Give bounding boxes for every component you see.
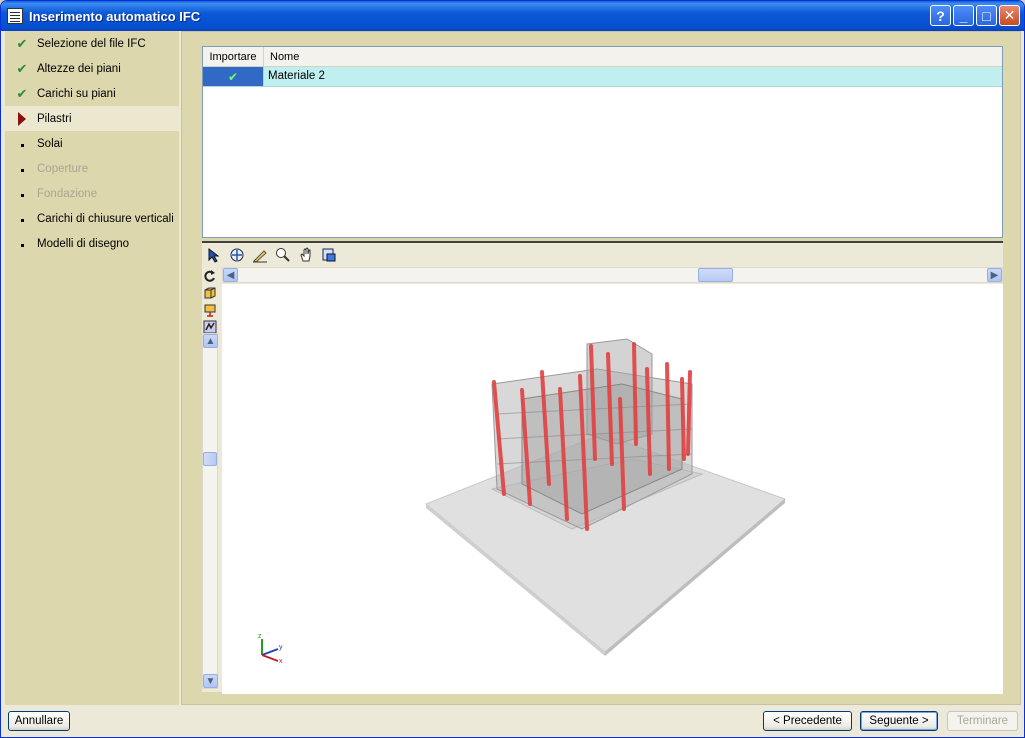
axis-z-label: z [258, 633, 262, 640]
pan-hand-icon[interactable] [296, 246, 315, 265]
axes-indicator: z y x [258, 633, 283, 665]
step-columns[interactable]: Pilastri [5, 106, 179, 131]
horizontal-scroll-thumb[interactable] [698, 268, 733, 282]
wizard-window: Inserimento automatico IFC ? _ □ ✕ ✔ Sel… [0, 0, 1025, 738]
title-bar[interactable]: Inserimento automatico IFC ? _ □ ✕ [1, 1, 1024, 31]
table-row[interactable]: ✔ Materiale 2 [203, 67, 1002, 87]
current-step-arrow-icon [15, 112, 29, 126]
previous-button[interactable]: < Precedente [763, 711, 852, 731]
column-header-import[interactable]: Importare [203, 47, 264, 66]
vertical-scrollbar[interactable]: ▲ ▼ [202, 333, 218, 689]
check-icon: ✔ [16, 60, 28, 76]
axis-y-label: y [279, 644, 283, 651]
scroll-down-button[interactable]: ▼ [203, 674, 218, 688]
step-foundation: Fondazione [5, 181, 179, 206]
step-floor-heights[interactable]: ✔ Altezze dei piani [5, 56, 179, 81]
rotate-icon[interactable] [202, 268, 218, 284]
zoom-window-icon[interactable] [273, 246, 292, 265]
finish-button: Terminare [947, 711, 1018, 731]
pen-icon[interactable] [250, 246, 269, 265]
3d-viewer: ▲ ▼ ◀ ▶ z y x [202, 241, 1003, 694]
step-label: Modelli di disegno [37, 237, 130, 250]
materials-table: Importare Nome ✔ Materiale 2 [202, 46, 1003, 238]
step-label: Coperture [37, 162, 89, 175]
bullet-icon [15, 137, 29, 151]
step-label: Selezione del file IFC [37, 37, 146, 50]
bullet-icon [15, 212, 29, 226]
steps-sidebar: ✔ Selezione del file IFC ✔ Altezze dei p… [5, 31, 179, 705]
building-model [425, 338, 786, 656]
horizontal-scrollbar[interactable]: ◀ ▶ [222, 267, 1003, 283]
step-label: Solai [37, 137, 63, 150]
scroll-left-button[interactable]: ◀ [223, 268, 238, 282]
column [686, 370, 692, 456]
help-button[interactable]: ? [930, 5, 951, 26]
window-title: Inserimento automatico IFC [29, 8, 201, 24]
scroll-up-button[interactable]: ▲ [203, 334, 218, 348]
model-canvas[interactable]: z y x [222, 284, 1003, 694]
export-icon[interactable] [319, 246, 338, 265]
cancel-button[interactable]: Annullare [8, 711, 70, 731]
step-file-selection[interactable]: ✔ Selezione del file IFC [5, 31, 179, 56]
scroll-right-button[interactable]: ▶ [987, 268, 1002, 282]
bullet-icon [15, 162, 29, 176]
step-label: Carichi su piani [37, 87, 116, 100]
column [632, 342, 638, 446]
step-vertical-loads[interactable]: Carichi di chiusure verticali [5, 206, 179, 231]
step-label: Carichi di chiusure verticali [37, 212, 174, 225]
window-icon [7, 8, 23, 24]
content-panel: Importare Nome ✔ Materiale 2 ▲ ▼ ◀ ▶ z y… [181, 31, 1021, 705]
viewer-side-tools: ▲ ▼ [202, 267, 220, 694]
step-floor-loads[interactable]: ✔ Carichi su piani [5, 81, 179, 106]
column [680, 377, 686, 461]
wizard-button-bar: Annullare < Precedente Seguente > Termin… [1, 705, 1024, 737]
select-icon[interactable] [204, 246, 223, 265]
step-roofs: Coperture [5, 156, 179, 181]
step-label: Pilastri [37, 112, 72, 125]
bullet-icon [15, 237, 29, 251]
import-check-cell[interactable]: ✔ [203, 67, 264, 86]
column-header-name[interactable]: Nome [264, 47, 1002, 66]
next-button[interactable]: Seguente > [860, 711, 938, 731]
close-button[interactable]: ✕ [999, 5, 1020, 26]
bullet-icon [15, 187, 29, 201]
step-label: Altezze dei piani [37, 62, 121, 75]
maximize-button[interactable]: □ [976, 5, 997, 26]
column [665, 362, 671, 471]
step-label: Fondazione [37, 187, 98, 200]
minimize-button[interactable]: _ [953, 5, 974, 26]
step-slabs[interactable]: Solai [5, 131, 179, 156]
viewer-toolbar [202, 243, 1003, 267]
material-name-cell[interactable]: Materiale 2 [264, 67, 329, 86]
zoom-extents-icon[interactable] [227, 246, 246, 265]
check-icon: ✔ [16, 35, 28, 51]
axis-x-label: x [279, 658, 283, 665]
vertical-scroll-thumb[interactable] [203, 452, 217, 466]
view-plan-icon[interactable] [202, 302, 218, 318]
step-drawing-models[interactable]: Modelli di disegno [5, 231, 179, 256]
view-3d-icon[interactable] [202, 285, 218, 301]
table-header: Importare Nome [203, 47, 1002, 67]
check-icon: ✔ [16, 85, 28, 101]
